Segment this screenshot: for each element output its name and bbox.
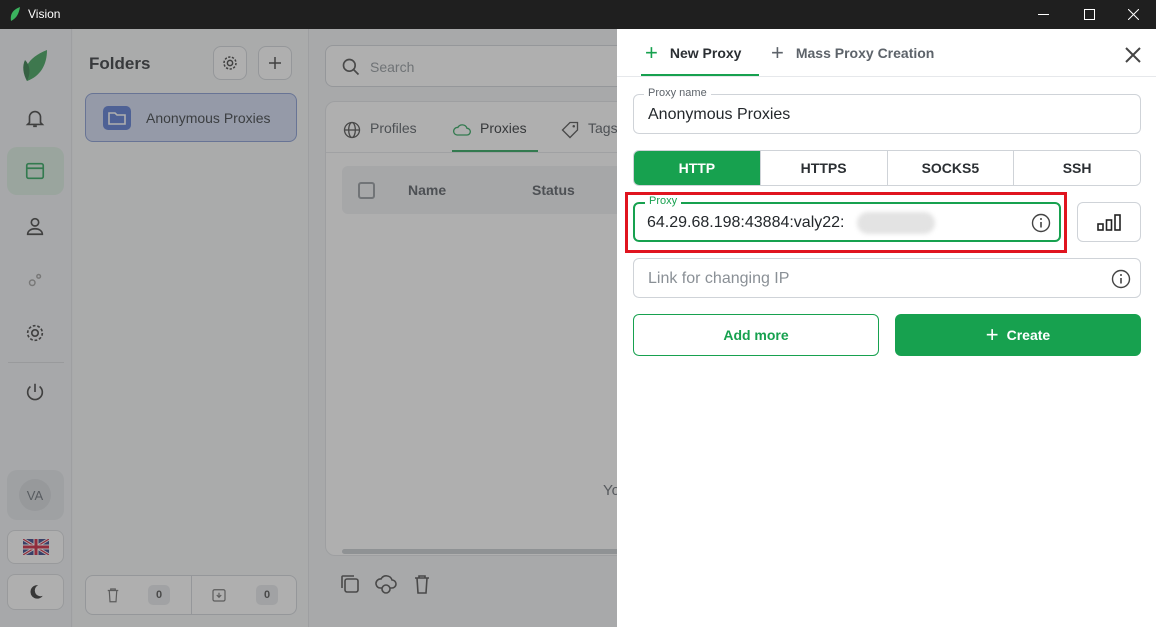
tab-divider xyxy=(617,76,1156,77)
close-window-button[interactable] xyxy=(1110,0,1156,29)
field-label: Proxy xyxy=(645,195,682,207)
tab-new-proxy[interactable]: + New Proxy xyxy=(645,40,742,65)
protocol-option-https[interactable]: HTTPS xyxy=(759,151,887,185)
app-logo-icon xyxy=(10,7,20,21)
info-icon[interactable] xyxy=(1031,213,1051,233)
proxy-name-value: Anonymous Proxies xyxy=(648,106,791,123)
check-proxy-button[interactable] xyxy=(1077,202,1141,242)
plus-icon: + xyxy=(645,40,658,65)
maximize-icon xyxy=(1083,9,1095,20)
change-ip-link-field[interactable]: Link for changing IP xyxy=(633,258,1141,298)
change-ip-placeholder: Link for changing IP xyxy=(648,270,790,287)
proxy-value: 64.29.68.198:43884:valy22: xyxy=(647,214,845,231)
redacted-password xyxy=(857,212,935,234)
signal-bars-icon xyxy=(1097,214,1121,231)
close-drawer-button[interactable] xyxy=(1122,44,1144,66)
add-more-button[interactable]: Add more xyxy=(633,314,879,356)
protocol-option-ssh[interactable]: SSH xyxy=(1013,151,1140,185)
protocol-selector: HTTP HTTPS SOCKS5 SSH xyxy=(633,150,1141,186)
plus-icon: + xyxy=(771,40,784,65)
title-bar: Vision xyxy=(0,0,1156,29)
tab-label: New Proxy xyxy=(669,45,742,61)
field-label: Proxy name xyxy=(644,87,711,99)
close-icon xyxy=(1127,9,1139,20)
create-button[interactable]: + Create xyxy=(895,314,1141,356)
minimize-icon xyxy=(1037,14,1049,15)
proxy-name-field[interactable]: Proxy name Anonymous Proxies xyxy=(633,87,1141,134)
close-icon xyxy=(1125,47,1141,63)
info-icon[interactable] xyxy=(1111,269,1131,289)
tab-mass-proxy-creation[interactable]: + Mass Proxy Creation xyxy=(771,40,935,65)
protocol-option-socks5[interactable]: SOCKS5 xyxy=(886,151,1014,185)
tab-label: Mass Proxy Creation xyxy=(795,45,935,61)
proxy-field[interactable]: Proxy 64.29.68.198:43884:valy22: xyxy=(633,195,1061,242)
create-label: Create xyxy=(1006,327,1051,343)
minimize-button[interactable] xyxy=(1020,0,1066,29)
maximize-button[interactable] xyxy=(1066,0,1112,29)
protocol-option-http[interactable]: HTTP xyxy=(634,151,760,185)
new-proxy-drawer: + New Proxy + Mass Proxy Creation Proxy … xyxy=(617,29,1156,627)
window-title: Vision xyxy=(28,7,61,21)
modal-overlay[interactable] xyxy=(0,29,617,627)
plus-icon: + xyxy=(985,322,999,347)
